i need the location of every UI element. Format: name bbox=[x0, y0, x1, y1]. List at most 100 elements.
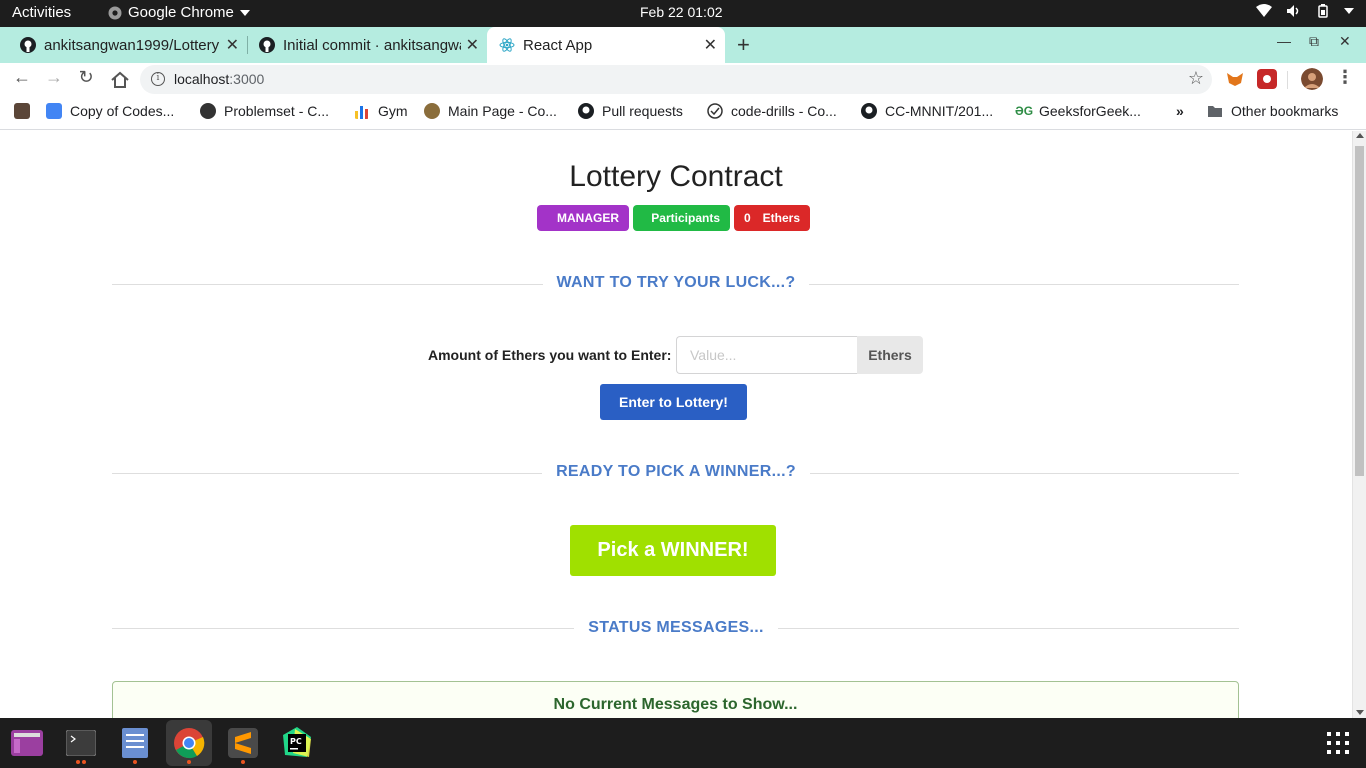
bookmarks-overflow-button[interactable]: » bbox=[1176, 103, 1184, 119]
clock[interactable]: Feb 22 01:02 bbox=[640, 4, 723, 20]
bookmark-problemset[interactable]: Problemset - C... bbox=[200, 103, 329, 119]
bookmark-pull-requests[interactable]: Pull requests bbox=[578, 103, 683, 119]
dock-terminal[interactable] bbox=[58, 720, 104, 766]
enter-lottery-button[interactable]: Enter to Lottery! bbox=[600, 384, 747, 420]
svg-text:PC: PC bbox=[290, 737, 302, 746]
page-title: Lottery Contract bbox=[569, 160, 783, 193]
github-icon bbox=[259, 37, 275, 53]
restore-icon[interactable]: ⧉ bbox=[1309, 33, 1319, 50]
dock-screenshot-app[interactable] bbox=[4, 720, 50, 766]
participants-text: Participants bbox=[651, 211, 720, 225]
github-icon bbox=[578, 103, 594, 119]
info-icon[interactable]: i bbox=[151, 72, 165, 86]
amount-suffix-label: Ethers bbox=[857, 336, 923, 374]
pycharm-icon: PC bbox=[283, 727, 311, 757]
page-scrollbar[interactable] bbox=[1352, 131, 1366, 718]
system-top-bar: Activities Google Chrome Feb 22 01:02 bbox=[0, 0, 1366, 27]
amount-label: Amount of Ethers you want to Enter: bbox=[428, 347, 672, 363]
tab-title: ankitsangwan1999/Lottery bbox=[44, 36, 220, 54]
toolbar-separator bbox=[1287, 71, 1288, 89]
check-icon bbox=[707, 103, 723, 119]
manager-label: MANAGER bbox=[537, 205, 629, 231]
bookmarks-bar: Copy of Codes... Problemset - C... Gym M… bbox=[0, 96, 1366, 130]
menu-kebab-icon[interactable]: ⋮ bbox=[1333, 67, 1357, 88]
bookmark-gym[interactable]: Gym bbox=[354, 103, 408, 119]
screenshot-app-icon bbox=[11, 730, 43, 756]
chrome-icon bbox=[174, 728, 205, 759]
github-icon bbox=[20, 37, 36, 53]
amount-input-group: Ethers bbox=[676, 336, 923, 374]
tab-github-lottery[interactable]: ankitsangwan1999/Lottery ✕ bbox=[0, 27, 247, 63]
ethers-label: 0 Ethers bbox=[734, 205, 810, 231]
tab-title: React App bbox=[523, 36, 593, 54]
running-indicator bbox=[133, 760, 137, 764]
participants-label: Participants bbox=[633, 205, 730, 231]
bookmark-code-drills[interactable]: code-drills - Co... bbox=[707, 103, 837, 119]
dock-chrome[interactable] bbox=[166, 720, 212, 766]
metamask-icon[interactable] bbox=[1225, 69, 1245, 89]
minimize-icon[interactable]: — bbox=[1277, 33, 1291, 49]
bookmark-main-page[interactable]: Main Page - Co... bbox=[424, 103, 557, 119]
extension-icon[interactable] bbox=[1257, 69, 1277, 89]
chrome-small-icon bbox=[108, 6, 122, 19]
battery-icon bbox=[1318, 4, 1328, 18]
tab-react-app[interactable]: React App ✕ bbox=[487, 27, 725, 63]
files-icon bbox=[122, 728, 148, 758]
bookmark-geeksforgeeks[interactable]: ƏG GeeksforGeek... bbox=[1015, 103, 1141, 119]
home-icon[interactable] bbox=[108, 71, 132, 89]
codechef-icon bbox=[14, 103, 30, 119]
bookmark-cc-mnnit[interactable]: CC-MNNIT/201... bbox=[861, 103, 993, 119]
bookmark-star-icon[interactable]: ☆ bbox=[1188, 68, 1204, 89]
system-tray[interactable] bbox=[1256, 4, 1354, 18]
dock-sublime-text[interactable] bbox=[220, 720, 266, 766]
back-arrow-icon[interactable]: ← bbox=[10, 67, 34, 88]
address-bar[interactable]: i localhost:3000 ☆ bbox=[140, 65, 1212, 94]
ethers-text: Ethers bbox=[762, 211, 800, 225]
bookmark-copy-of-codes[interactable]: Copy of Codes... bbox=[46, 103, 174, 119]
section-header-status: STATUS MESSAGES... bbox=[0, 619, 1352, 637]
forward-arrow-icon[interactable]: → bbox=[42, 67, 66, 88]
github-icon bbox=[861, 103, 877, 119]
tab-strip: ankitsangwan1999/Lottery ✕ Initial commi… bbox=[0, 27, 1366, 63]
tab-close-icon[interactable]: ✕ bbox=[704, 35, 717, 55]
pick-winner-button[interactable]: Pick a WINNER! bbox=[570, 525, 776, 576]
profile-avatar[interactable] bbox=[1301, 68, 1323, 90]
browser-toolbar: ← → ↻ i localhost:3000 ☆ ⋮ bbox=[0, 63, 1366, 96]
amount-input[interactable] bbox=[676, 336, 857, 374]
dock-pycharm[interactable]: PC bbox=[274, 720, 320, 766]
app-menu[interactable]: Google Chrome bbox=[108, 4, 250, 21]
reload-icon[interactable]: ↻ bbox=[74, 67, 98, 88]
tab-github-commit[interactable]: Initial commit · ankitsangwan ✕ bbox=[239, 27, 487, 63]
show-applications-icon[interactable] bbox=[1327, 732, 1349, 754]
running-indicator bbox=[187, 760, 191, 764]
ethers-value: 0 bbox=[744, 211, 751, 225]
manager-text: MANAGER bbox=[557, 211, 619, 225]
tab-close-icon[interactable]: ✕ bbox=[466, 35, 479, 55]
tab-close-icon[interactable]: ✕ bbox=[226, 35, 239, 55]
new-tab-button[interactable]: + bbox=[737, 32, 750, 58]
system-dock: PC bbox=[0, 718, 1366, 768]
section-header-pick-winner: READY TO PICK A WINNER...? bbox=[0, 463, 1352, 481]
other-bookmarks[interactable]: Other bookmarks bbox=[1207, 103, 1338, 119]
section-header-try-luck: WANT TO TRY YOUR LUCK...? bbox=[0, 274, 1352, 292]
tab-title: Initial commit · ankitsangwan bbox=[283, 36, 461, 54]
app-menu-label: Google Chrome bbox=[128, 4, 234, 21]
docs-icon bbox=[46, 103, 62, 119]
running-indicator bbox=[76, 760, 80, 764]
folder-icon bbox=[1208, 106, 1222, 117]
scroll-up-arrow-icon[interactable] bbox=[1356, 133, 1364, 138]
window-close-icon[interactable]: ✕ bbox=[1339, 33, 1351, 50]
url-text[interactable]: localhost:3000 bbox=[174, 71, 264, 87]
page-viewport: Lottery Contract MANAGER Participants 0 … bbox=[0, 131, 1352, 718]
dock-files[interactable] bbox=[112, 720, 158, 766]
status-message-text: No Current Messages to Show... bbox=[553, 696, 798, 713]
sublime-text-icon bbox=[228, 728, 258, 758]
activities-button[interactable]: Activities bbox=[12, 4, 71, 21]
chart-icon bbox=[355, 106, 368, 119]
running-indicator bbox=[241, 760, 245, 764]
scroll-down-arrow-icon[interactable] bbox=[1356, 710, 1364, 715]
bookmark-codechef[interactable] bbox=[14, 103, 30, 119]
globe-icon bbox=[200, 103, 216, 119]
running-indicator bbox=[82, 760, 86, 764]
scrollbar-thumb[interactable] bbox=[1355, 146, 1364, 476]
